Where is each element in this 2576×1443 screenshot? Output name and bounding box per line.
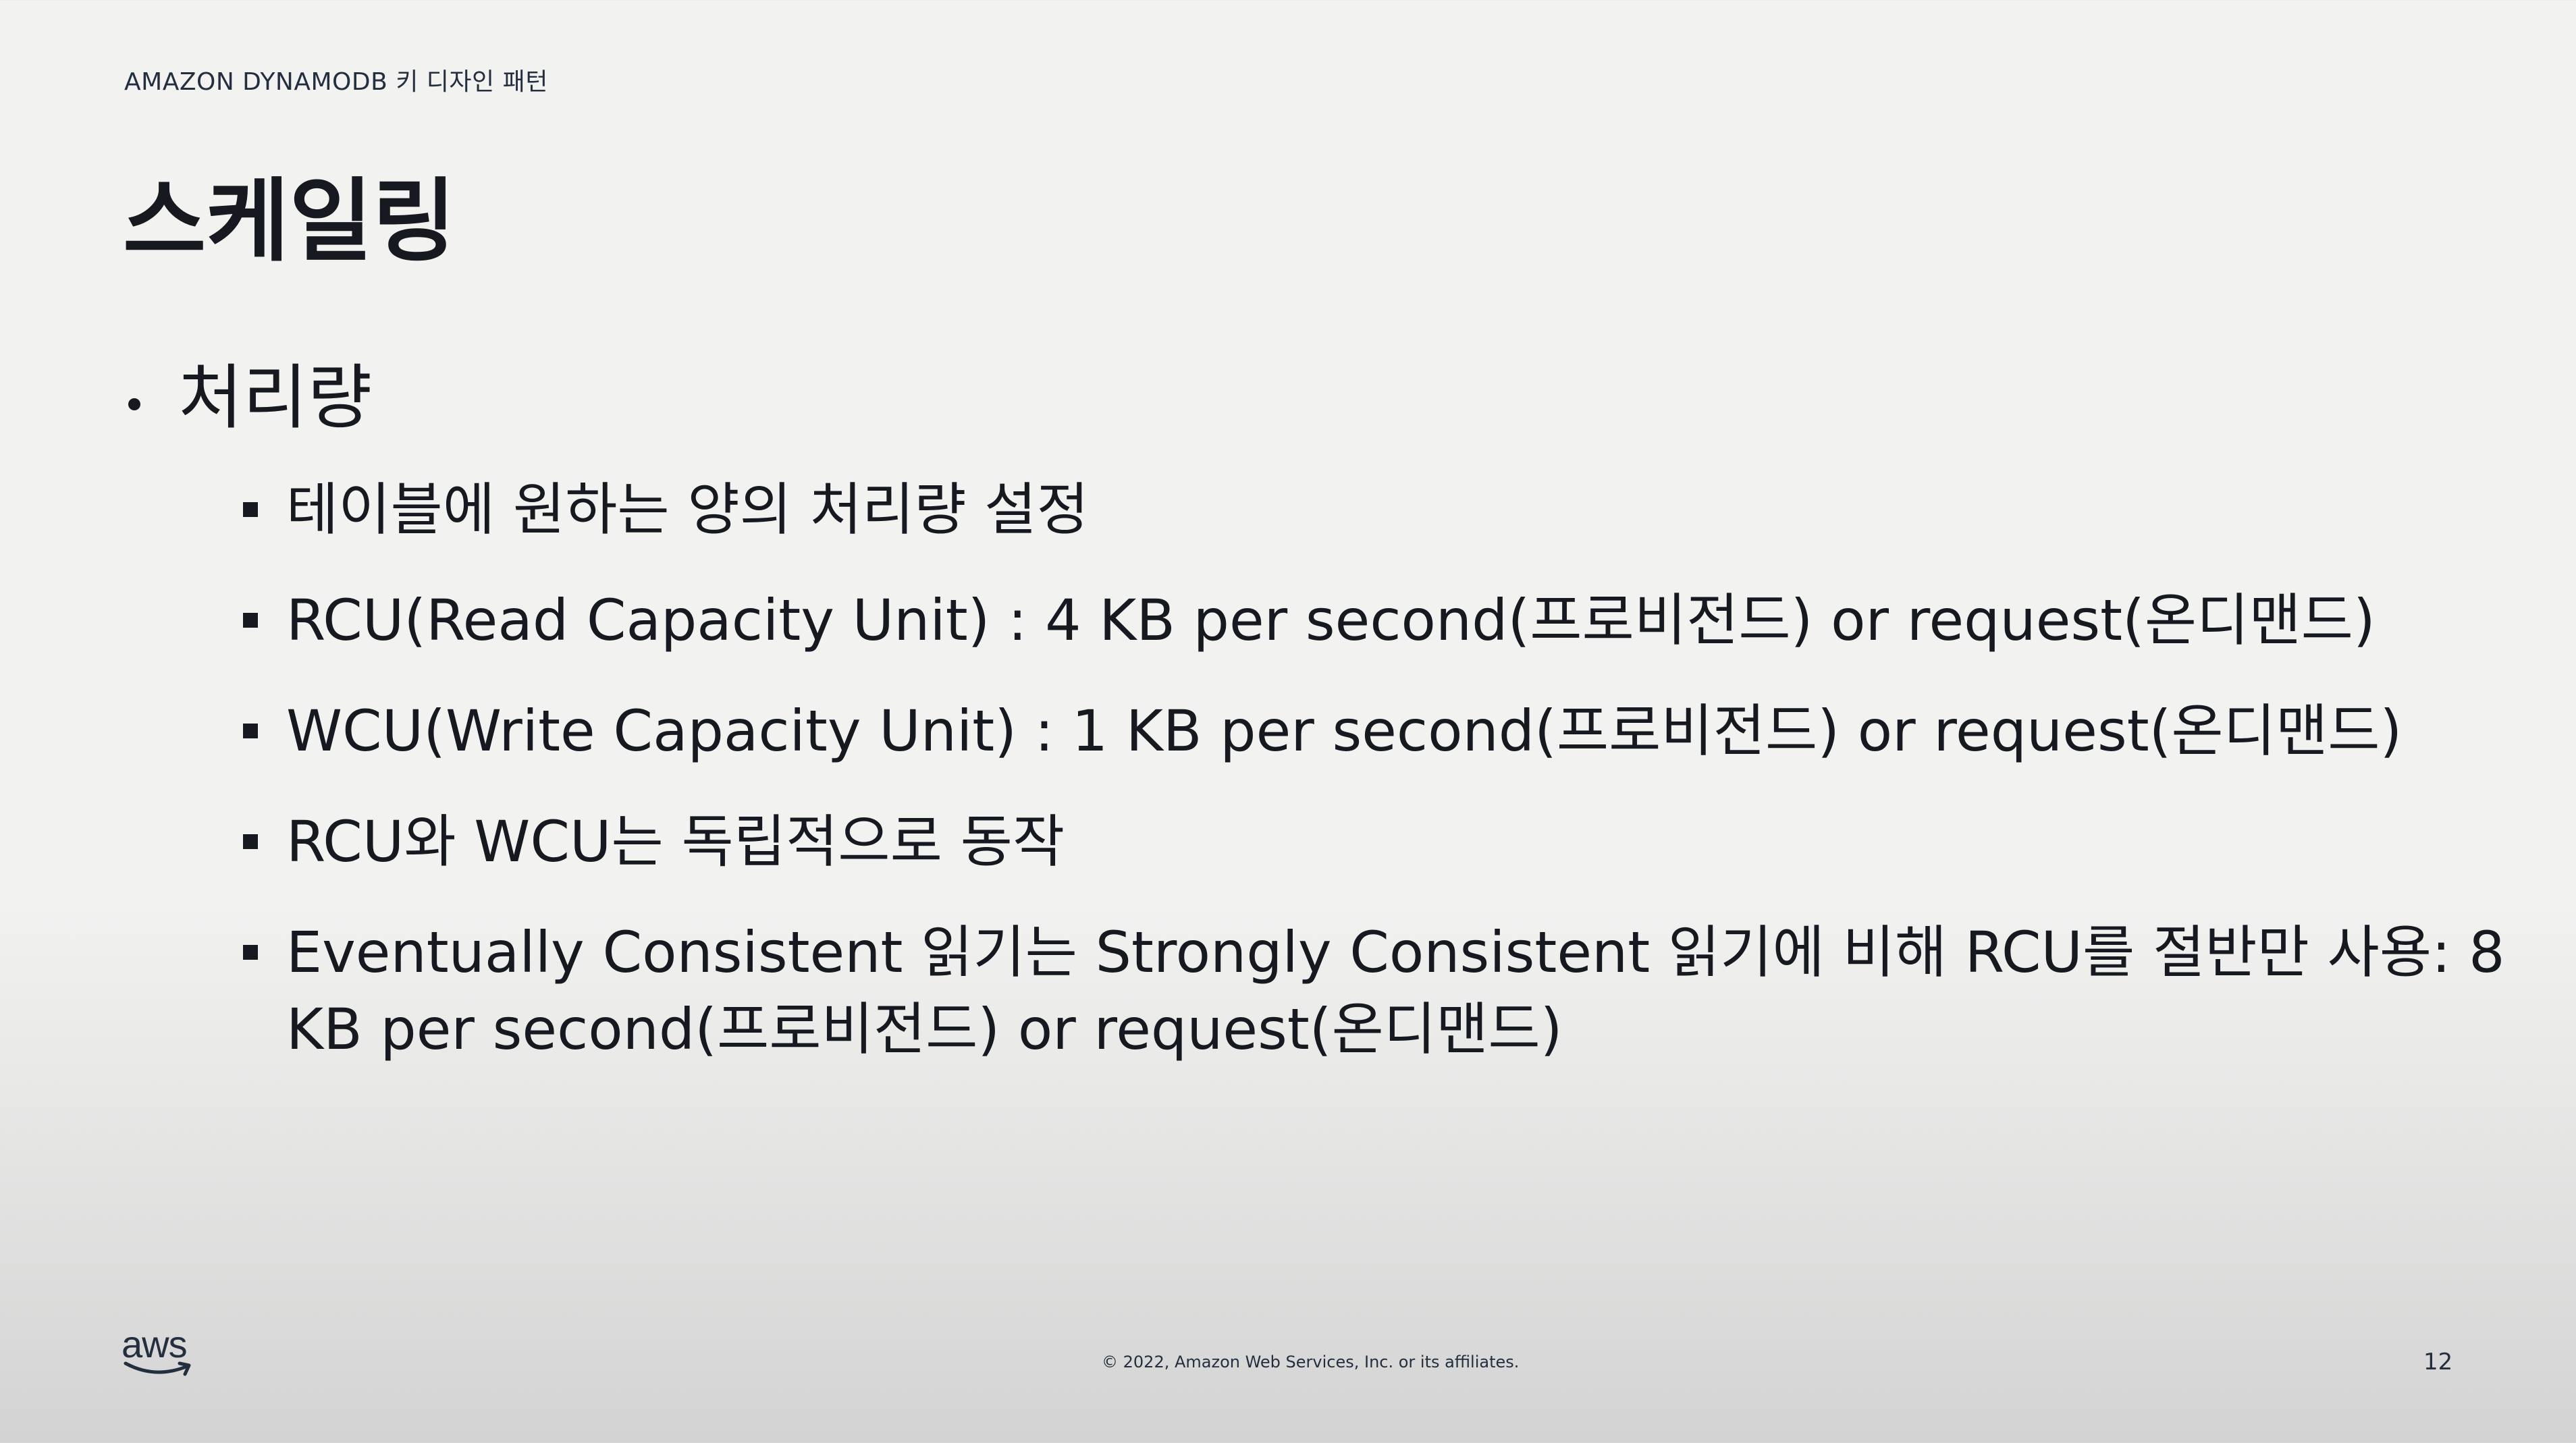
bullet-dot bbox=[128, 398, 140, 410]
bullet-throughput: 처리량 테이블에 원하는 양의 처리량 설정 RCU(Read Capacity… bbox=[124, 356, 2527, 1068]
sub-bullet-text: WCU(Write Capacity Unit) : 1 KB per seco… bbox=[286, 697, 2403, 764]
sub-bullet-marker bbox=[243, 944, 258, 960]
copyright-text: © 2022, Amazon Web Services, Inc. or its… bbox=[1102, 1353, 1520, 1371]
sub-bullet-marker bbox=[243, 612, 258, 628]
sub-bullet-item: RCU(Read Capacity Unit) : 4 KB per secon… bbox=[243, 582, 2527, 659]
sub-bullet-marker bbox=[243, 834, 258, 849]
sub-bullet-item: RCU와 WCU는 독립적으로 동작 bbox=[243, 803, 2527, 880]
bullet-list: 처리량 테이블에 원하는 양의 처리량 설정 RCU(Read Capacity… bbox=[124, 356, 2527, 1101]
page-number: 12 bbox=[2423, 1349, 2453, 1376]
slide: AMAZON DYNAMODB 키 디자인 패턴 스케일링 처리량 테이블에 원… bbox=[0, 0, 2576, 1443]
sub-bullet-item: WCU(Write Capacity Unit) : 1 KB per seco… bbox=[243, 692, 2527, 769]
sub-bullet-text: RCU(Read Capacity Unit) : 4 KB per secon… bbox=[286, 587, 2376, 653]
sub-bullet-marker bbox=[243, 501, 258, 517]
sub-bullet-item: 테이블에 원하는 양의 처리량 설정 bbox=[243, 471, 2527, 548]
aws-smile-icon bbox=[124, 1361, 191, 1376]
sub-bullet-item: Eventually Consistent 읽기는 Strongly Consi… bbox=[243, 914, 2576, 1068]
slide-eyebrow: AMAZON DYNAMODB 키 디자인 패턴 bbox=[124, 68, 548, 96]
bullet-label: 처리량 bbox=[178, 356, 373, 439]
aws-logo-text: aws bbox=[122, 1323, 188, 1365]
slide-title: 스케일링 bbox=[123, 169, 456, 274]
aws-logo: aws bbox=[122, 1326, 203, 1380]
sub-bullet-text: 테이블에 원하는 양의 처리량 설정 bbox=[286, 476, 1089, 543]
sub-bullet-list: 테이블에 원하는 양의 처리량 설정 RCU(Read Capacity Uni… bbox=[178, 471, 2527, 1068]
sub-bullet-marker bbox=[243, 723, 258, 738]
sub-bullet-text: RCU와 WCU는 독립적으로 동작 bbox=[286, 808, 1065, 875]
sub-bullet-text: Eventually Consistent 읽기는 Strongly Consi… bbox=[286, 919, 2505, 1062]
